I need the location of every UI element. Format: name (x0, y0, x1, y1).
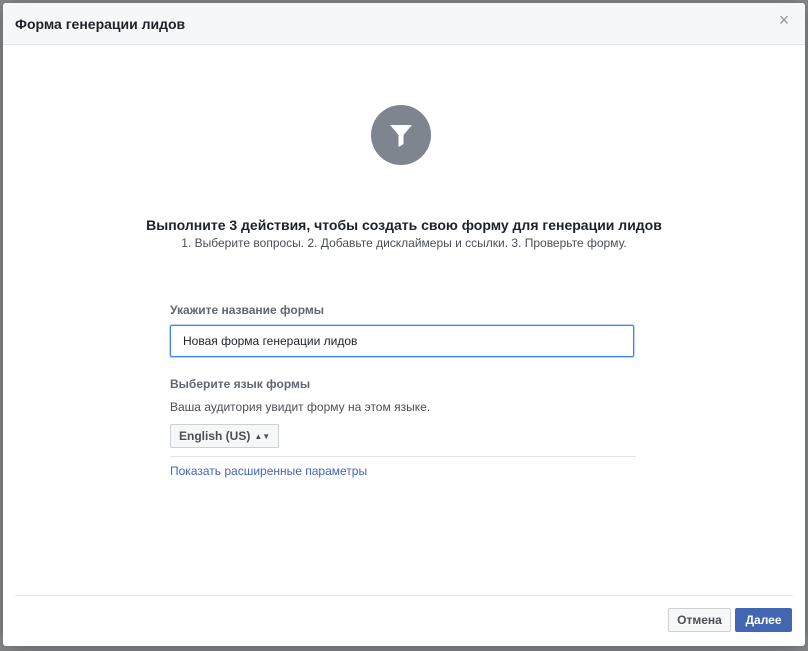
cancel-button[interactable]: Отмена (668, 608, 731, 632)
lead-form-dialog: Форма генерации лидов × Выполните 3 дейс… (3, 3, 805, 646)
language-select[interactable]: English (US) ▲▼ (170, 424, 280, 448)
form-settings: Укажите название формы Выберите язык фор… (170, 303, 636, 480)
dialog-header: Форма генерации лидов × (3, 3, 805, 45)
steps-heading: Выполните 3 действия, чтобы создать свою… (146, 217, 662, 233)
funnel-filter-icon (371, 105, 431, 165)
language-label: Выберите язык формы (170, 377, 311, 391)
language-select-value: English (US) (179, 429, 251, 443)
footer-divider (15, 595, 793, 596)
section-divider (170, 456, 636, 457)
form-name-input[interactable] (170, 325, 634, 357)
show-advanced-link[interactable]: Показать расширенные параметры (170, 464, 367, 478)
next-button[interactable]: Далее (735, 608, 792, 632)
form-name-label: Укажите название формы (170, 303, 324, 317)
steps-subheading: 1. Выберите вопросы. 2. Добавьте дисклай… (181, 236, 627, 250)
language-description: Ваша аудитория увидит форму на этом язык… (170, 400, 431, 414)
select-arrows-icon: ▲▼ (254, 432, 271, 441)
close-icon[interactable]: × (777, 11, 791, 29)
dialog-title: Форма генерации лидов (15, 16, 186, 32)
